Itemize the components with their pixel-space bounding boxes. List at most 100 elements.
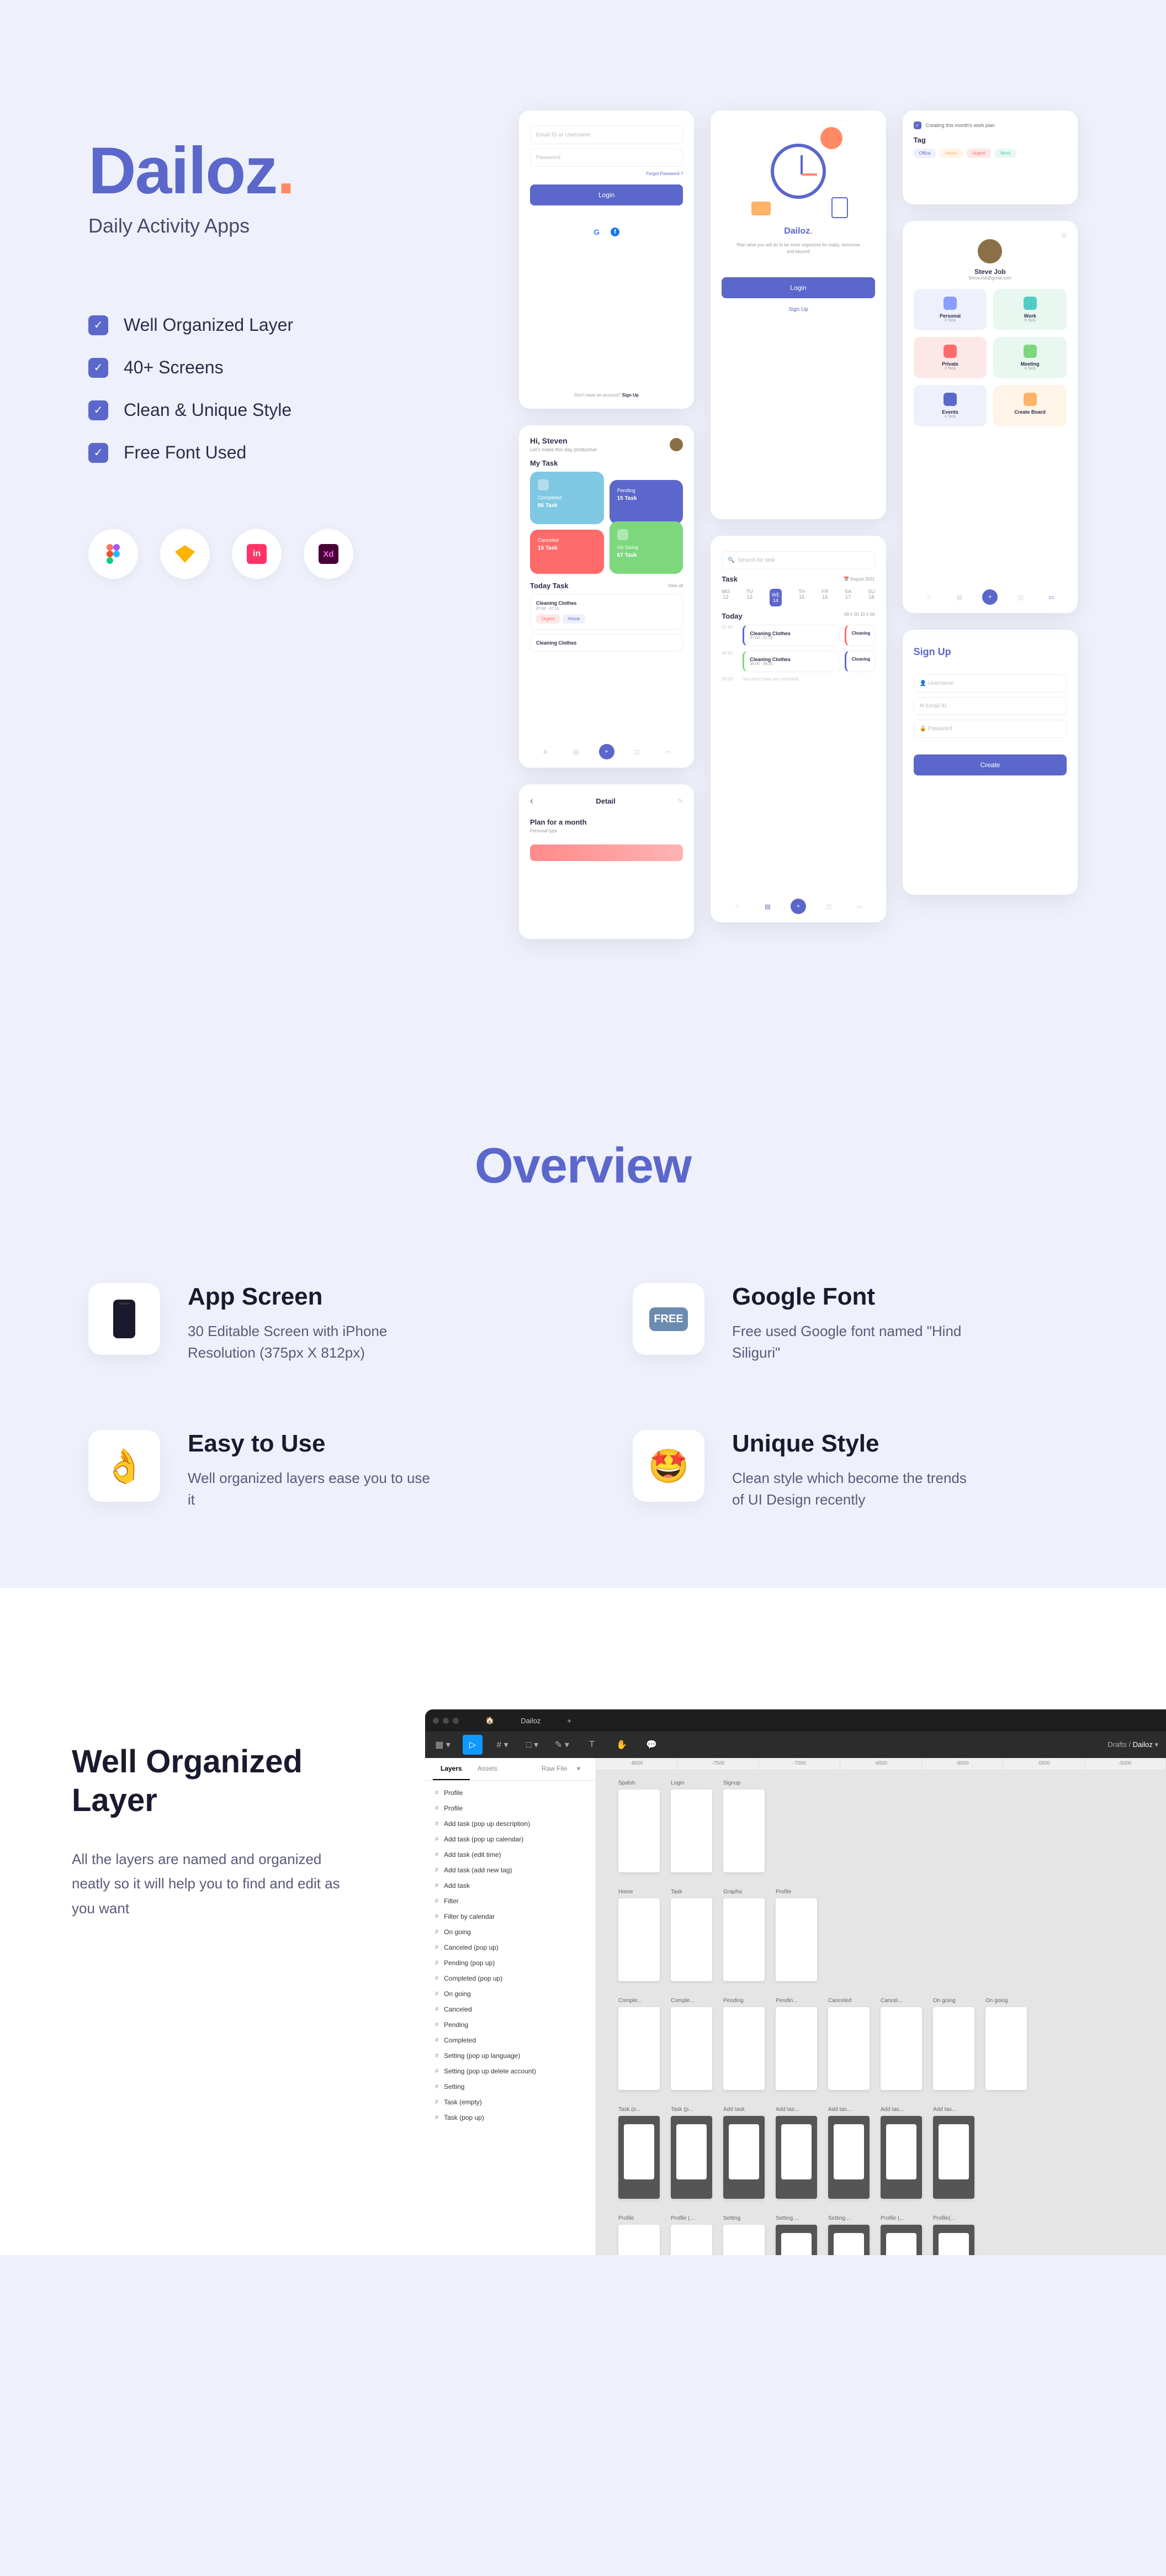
ov-item-title: Google Font bbox=[732, 1283, 981, 1311]
breadcrumb: Drafts / Dailoz ▾ bbox=[1107, 1740, 1158, 1749]
layer-name: Task (pop up) bbox=[444, 2114, 484, 2121]
frame-icon: # bbox=[435, 1991, 438, 1997]
task-item: Cleaning Clothes bbox=[530, 634, 683, 652]
doc-icon: ▤ bbox=[952, 589, 967, 605]
password-field: Password bbox=[530, 149, 683, 167]
frame-icon: # bbox=[435, 2099, 438, 2105]
canvas-frame-item: Profile (... bbox=[881, 2215, 922, 2255]
frame-label: Task (p... bbox=[671, 2107, 712, 2113]
frame-thumb bbox=[776, 1898, 817, 1981]
ov-item-title: Unique Style bbox=[732, 1430, 981, 1458]
section-title: Task bbox=[722, 575, 738, 583]
add-icon: + bbox=[791, 899, 806, 914]
layer-item: #Task (empty) bbox=[425, 2094, 596, 2110]
task-item: Cleaning Clothes 07:00 - 07:15 bbox=[743, 625, 840, 646]
frame-label: Comple... bbox=[618, 1998, 660, 2004]
ruler-tick: -5500 bbox=[1003, 1758, 1084, 1770]
frame-label: Login bbox=[671, 1780, 712, 1786]
frame-thumb bbox=[933, 2116, 974, 2199]
mockup-home: Hi, Steven Let's make this day productiv… bbox=[519, 425, 694, 768]
figma-window: 🏠 Dailoz + ▦ ▾ ▷ # ▾ □ ▾ ✎ ▾ T ✋ 💬 Draft… bbox=[425, 1709, 1166, 2255]
frame-icon: # bbox=[435, 1929, 438, 1935]
frame-thumb bbox=[618, 1790, 660, 1872]
add-icon: + bbox=[599, 744, 614, 759]
check-icon: ✓ bbox=[88, 315, 108, 335]
check-icon: ✓ bbox=[88, 400, 108, 420]
free-icon: FREE bbox=[633, 1283, 704, 1355]
mockup-splash: Dailoz. Plan what you will do to be more… bbox=[711, 110, 886, 519]
ruler-tick: -7000 bbox=[759, 1758, 840, 1770]
overview-item: FREE Google Font Free used Google font n… bbox=[633, 1283, 1078, 1364]
search-input: 🔍 Search for task bbox=[722, 551, 875, 569]
frame-label: Profile (... bbox=[881, 2215, 922, 2221]
section-title: Today Task bbox=[530, 582, 569, 590]
ruler-tick: -6500 bbox=[840, 1758, 921, 1770]
frame-thumb bbox=[671, 1790, 712, 1872]
section-title: My Task bbox=[530, 459, 683, 467]
ruler-tick: -5000 bbox=[1085, 1758, 1166, 1770]
frame-thumb bbox=[671, 2116, 712, 2199]
frame-label: Profile bbox=[618, 2215, 660, 2221]
canvas-row: Comple...Comple...PendingPendin...Cancel… bbox=[618, 1998, 1144, 2090]
facebook-icon: f bbox=[611, 228, 619, 236]
google-icon: G bbox=[593, 228, 600, 236]
frame-label: Signup bbox=[723, 1780, 765, 1786]
mockup-login: Email ID or Username Password Forgot Pas… bbox=[519, 110, 694, 409]
task-card-completed: Completed86 Task bbox=[530, 472, 604, 524]
splash-tagline: Plan what you will do to be more organiz… bbox=[722, 242, 875, 255]
signup-link: Sign Up bbox=[722, 307, 875, 313]
edit-icon: ✎ bbox=[678, 798, 683, 805]
task-item: Cleaning bbox=[845, 625, 875, 646]
frame-tool-icon: # ▾ bbox=[492, 1735, 512, 1755]
tag-section: Tag bbox=[914, 136, 1067, 144]
cat-private: Private3 Task bbox=[914, 337, 987, 378]
phone-icon bbox=[88, 1283, 160, 1355]
canvas-frame-item: Comple... bbox=[618, 1998, 660, 2090]
layer-item: #Canceled (pop up) bbox=[425, 1940, 596, 1955]
canvas-frame-item: Graphic bbox=[723, 1889, 765, 1981]
brand-dot: . bbox=[277, 134, 294, 208]
frame-icon: # bbox=[435, 2114, 438, 2121]
layer-item: #Completed bbox=[425, 2033, 596, 2048]
frame-thumb bbox=[618, 1898, 660, 1981]
profile-name: Steve Job bbox=[914, 268, 1067, 276]
frame-icon: # bbox=[435, 1898, 438, 1904]
frame-label: Profile(... bbox=[933, 2215, 974, 2221]
frame-thumb bbox=[828, 2007, 870, 2090]
ruler-tick: -6000 bbox=[922, 1758, 1003, 1770]
layer-name: Pending bbox=[444, 2021, 468, 2029]
mockup-profile: ⊟ Steve Job SteveJob@gmail.com Personal6… bbox=[903, 221, 1078, 613]
layer-name: Completed bbox=[444, 2036, 476, 2044]
frame-label: Add tas... bbox=[828, 2107, 870, 2113]
frame-thumb bbox=[776, 2116, 817, 2199]
frame-icon: # bbox=[435, 1960, 438, 1966]
overview-section: Overview App Screen 30 Editable Screen w… bbox=[0, 1027, 1166, 1588]
splash-illustration bbox=[722, 122, 875, 221]
canvas-frame-item: Comple... bbox=[671, 1998, 712, 2090]
folder-icon: ▭ bbox=[852, 899, 867, 914]
frame-label: Pendin... bbox=[776, 1998, 817, 2004]
cat-create: Create Board bbox=[993, 385, 1067, 426]
home-icon: ⌂ bbox=[729, 899, 745, 914]
frame-icon: # bbox=[435, 2006, 438, 2013]
greeting-sub: Let's make this day productive bbox=[530, 447, 597, 452]
folder-icon: ▭ bbox=[660, 744, 676, 759]
overview-grid: App Screen 30 Editable Screen with iPhon… bbox=[88, 1283, 1078, 1511]
frame-label: On going bbox=[985, 1998, 1027, 2004]
frame-label: Profile bbox=[776, 1889, 817, 1895]
frame-label: Task bbox=[671, 1889, 712, 1895]
month-label: 📅 August 2021 bbox=[844, 577, 875, 582]
email-field: Email ID or Username bbox=[530, 126, 683, 144]
layer-item: #Canceled bbox=[425, 2002, 596, 2017]
signup-title: Sign Up bbox=[914, 646, 1067, 658]
brand-subtitle: Daily Activity Apps bbox=[88, 214, 475, 237]
canvas-row: ProfileProfile (...SettingSetting ...Set… bbox=[618, 2215, 1144, 2255]
canvas-frame-item: Add tas... bbox=[933, 2107, 974, 2199]
calendar-days: MO12 TU13 WE14 TH15 FR16 SA17 SU18 bbox=[722, 589, 875, 606]
task-card-pending: Pending15 Task bbox=[610, 480, 683, 524]
traffic-lights bbox=[433, 1718, 459, 1724]
frame-label: Task (e... bbox=[618, 2107, 660, 2113]
page-title: Detail bbox=[596, 797, 615, 805]
layer-item: #Completed (pop up) bbox=[425, 1971, 596, 1986]
ov-item-desc: Free used Google font named "Hind Siligu… bbox=[732, 1321, 981, 1364]
